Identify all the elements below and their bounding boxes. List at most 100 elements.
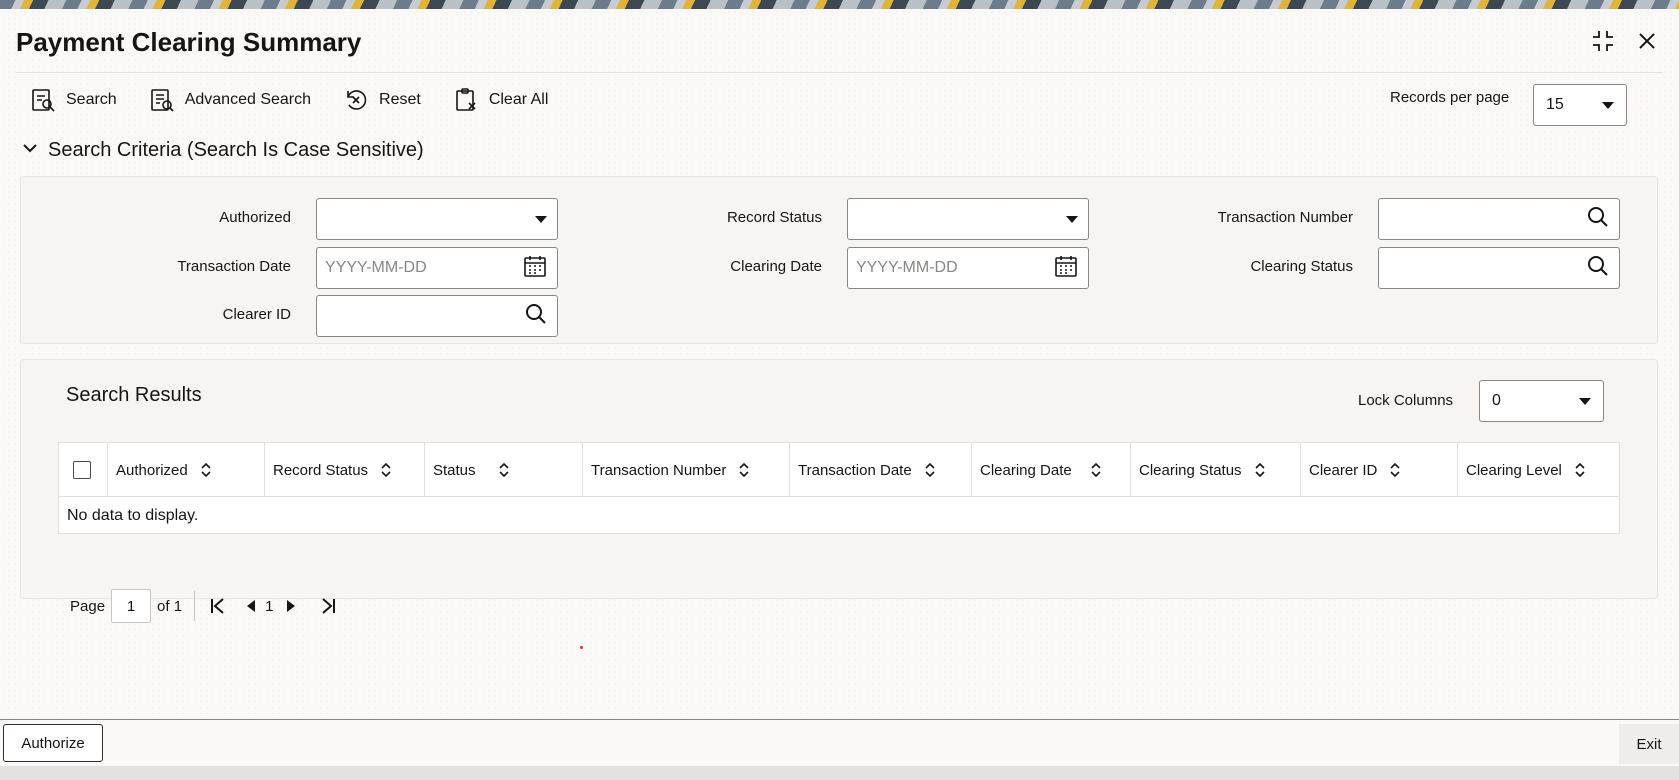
pagination: Page 1 of 1 1 xyxy=(70,589,355,623)
record-status-select[interactable] xyxy=(847,198,1089,240)
chevron-down-icon xyxy=(535,215,547,223)
header-banner xyxy=(0,0,1679,9)
sort-icon[interactable] xyxy=(1254,462,1266,478)
calendar-icon[interactable] xyxy=(523,254,547,283)
select-all-checkbox[interactable] xyxy=(73,461,91,479)
sort-icon[interactable] xyxy=(498,462,510,478)
column-label: Status xyxy=(433,461,476,479)
reset-button-label: Reset xyxy=(379,91,421,108)
sort-icon[interactable] xyxy=(924,462,936,478)
sort-icon[interactable] xyxy=(738,462,750,478)
transaction-number-field[interactable] xyxy=(1378,198,1620,240)
calendar-icon[interactable] xyxy=(1054,254,1078,283)
chevron-down-icon xyxy=(22,139,38,162)
toolbar: Search Advanced Search Reset Clear All xyxy=(30,87,580,113)
clear-all-button[interactable]: Clear All xyxy=(453,87,549,113)
sort-icon[interactable] xyxy=(200,462,212,478)
page-label: Page xyxy=(70,597,106,615)
transaction-date-label: Transaction Date xyxy=(177,258,291,275)
reset-icon xyxy=(343,87,369,113)
column-header-transaction-number[interactable]: Transaction Number xyxy=(582,443,789,497)
clearing-date-label: Clearing Date xyxy=(730,258,822,275)
lock-columns-value: 0 xyxy=(1492,392,1501,409)
search-criteria-toggle[interactable]: Search Criteria (Search Is Case Sensitiv… xyxy=(22,139,424,162)
clear-all-button-label: Clear All xyxy=(488,91,549,108)
first-page-icon[interactable] xyxy=(209,597,227,615)
column-header-clearing-level[interactable]: Clearing Level xyxy=(1457,443,1621,497)
clearer-id-field[interactable] xyxy=(316,295,558,337)
advanced-search-icon xyxy=(149,87,175,113)
column-label: Clearing Status xyxy=(1139,461,1242,479)
window-controls xyxy=(1591,29,1657,53)
sort-icon[interactable] xyxy=(1574,462,1586,478)
column-label: Clearer ID xyxy=(1309,461,1378,479)
bottom-band xyxy=(0,766,1679,780)
title-divider xyxy=(16,72,1663,73)
clearing-status-label: Clearing Status xyxy=(1250,258,1353,275)
search-criteria-heading: Search Criteria (Search Is Case Sensitiv… xyxy=(48,139,424,161)
record-status-label: Record Status xyxy=(726,209,822,226)
clipboard-clear-icon xyxy=(453,87,479,113)
advanced-search-button-label: Advanced Search xyxy=(184,91,312,108)
advanced-search-button[interactable]: Advanced Search xyxy=(149,87,311,113)
column-label: Clearing Level xyxy=(1466,461,1562,479)
page-count-label: of 1 xyxy=(157,597,183,615)
column-label: Authorized xyxy=(116,461,188,479)
column-header-authorized[interactable]: Authorized xyxy=(107,443,264,497)
transaction-number-label: Transaction Number xyxy=(1217,209,1353,226)
column-header-clearing-date[interactable]: Clearing Date xyxy=(971,443,1130,497)
transaction-number-input[interactable] xyxy=(1387,210,1567,228)
authorized-select[interactable] xyxy=(316,198,558,240)
search-results-title: Search Results xyxy=(66,384,202,406)
page-number-input[interactable]: 1 xyxy=(111,589,152,623)
column-header-record-status[interactable]: Record Status xyxy=(264,443,424,497)
column-header-status[interactable]: Status xyxy=(424,443,582,497)
column-header-clearing-status[interactable]: Clearing Status xyxy=(1130,443,1300,497)
column-label: Transaction Number xyxy=(591,461,727,479)
close-icon[interactable] xyxy=(1637,31,1657,51)
collapse-icon[interactable] xyxy=(1591,29,1615,53)
column-header-transaction-date[interactable]: Transaction Date xyxy=(789,443,971,497)
sort-icon[interactable] xyxy=(1090,462,1102,478)
records-per-page-select[interactable]: 15 xyxy=(1533,84,1627,126)
records-per-page-label: Records per page xyxy=(1390,89,1510,106)
search-button[interactable]: Search xyxy=(30,87,117,113)
last-page-icon[interactable] xyxy=(319,597,337,615)
lock-columns-label: Lock Columns xyxy=(1358,392,1454,409)
next-page-icon[interactable] xyxy=(285,599,297,613)
clearer-id-input[interactable] xyxy=(325,307,505,325)
authorized-label: Authorized xyxy=(219,209,291,226)
clearing-status-field[interactable] xyxy=(1378,247,1620,289)
search-icon[interactable] xyxy=(1587,255,1609,282)
footer-bar: Authorize Exit xyxy=(0,720,1679,766)
sort-icon[interactable] xyxy=(380,462,392,478)
results-table: Authorized Record Status Status Transact… xyxy=(58,442,1620,534)
red-dot xyxy=(580,646,583,649)
search-form-icon xyxy=(30,87,56,113)
authorize-button[interactable]: Authorize xyxy=(3,724,103,762)
column-label: Record Status xyxy=(273,461,369,479)
current-page-number[interactable]: 1 xyxy=(265,598,273,615)
table-header: Authorized Record Status Status Transact… xyxy=(59,443,1619,497)
empty-results-message: No data to display. xyxy=(67,507,199,524)
search-icon[interactable] xyxy=(1587,206,1609,233)
column-label: Clearing Date xyxy=(980,461,1072,479)
reset-button[interactable]: Reset xyxy=(343,87,421,113)
page-title: Payment Clearing Summary xyxy=(16,27,362,57)
clearing-date-input[interactable] xyxy=(856,259,1036,277)
previous-page-icon[interactable] xyxy=(245,599,257,613)
chevron-down-icon xyxy=(1066,215,1078,223)
column-label: Transaction Date xyxy=(798,461,912,479)
clearing-status-input[interactable] xyxy=(1387,259,1567,277)
transaction-date-input[interactable] xyxy=(325,259,505,277)
search-icon[interactable] xyxy=(525,303,547,330)
column-header-clearer-id[interactable]: Clearer ID xyxy=(1300,443,1457,497)
sort-icon[interactable] xyxy=(1389,462,1401,478)
pager-divider xyxy=(194,591,196,621)
transaction-date-field[interactable] xyxy=(316,247,558,289)
clearing-date-field[interactable] xyxy=(847,247,1089,289)
lock-columns-select[interactable]: 0 xyxy=(1479,380,1604,422)
chevron-down-icon xyxy=(1579,397,1591,405)
exit-button[interactable]: Exit xyxy=(1619,724,1679,764)
payment-clearing-summary-window: Payment Clearing Summary Search Advanced… xyxy=(0,9,1679,780)
